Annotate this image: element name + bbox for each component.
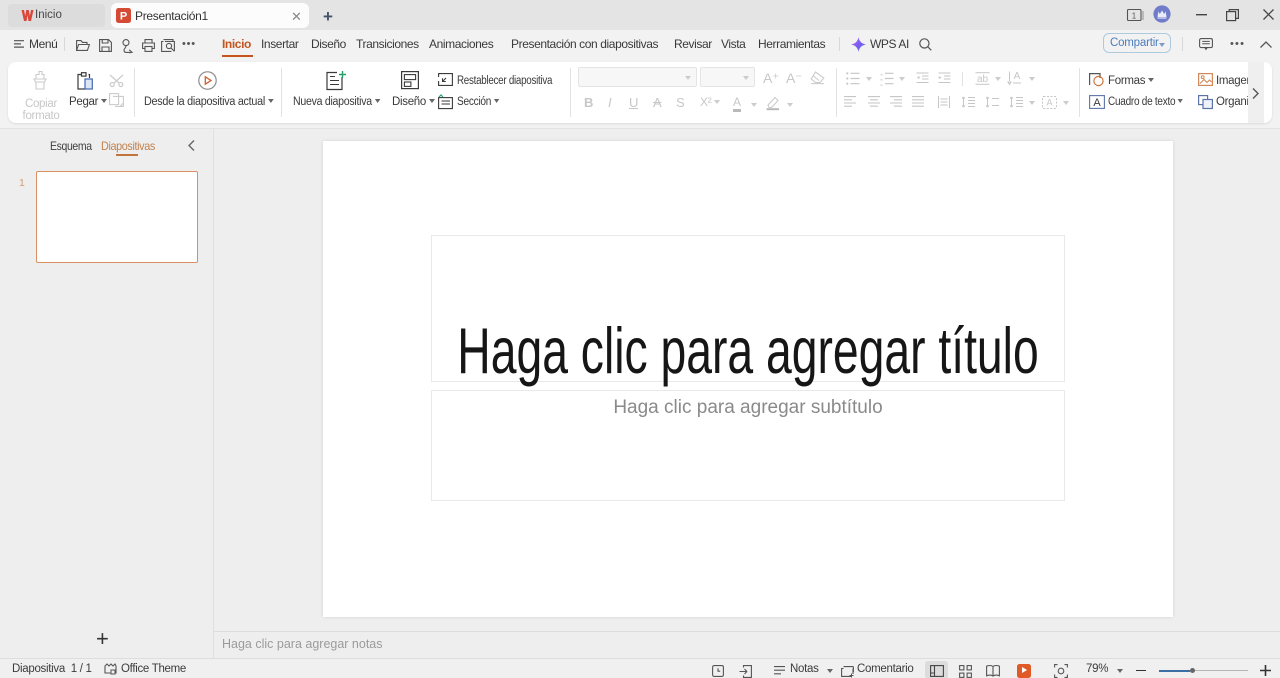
- svg-text:A: A: [1093, 97, 1101, 109]
- svg-text:P: P: [120, 11, 127, 23]
- svg-text:A: A: [1046, 98, 1052, 108]
- svg-text:1: 1: [1132, 12, 1137, 21]
- svg-text:ab: ab: [977, 74, 989, 85]
- svg-text:A: A: [1014, 71, 1021, 82]
